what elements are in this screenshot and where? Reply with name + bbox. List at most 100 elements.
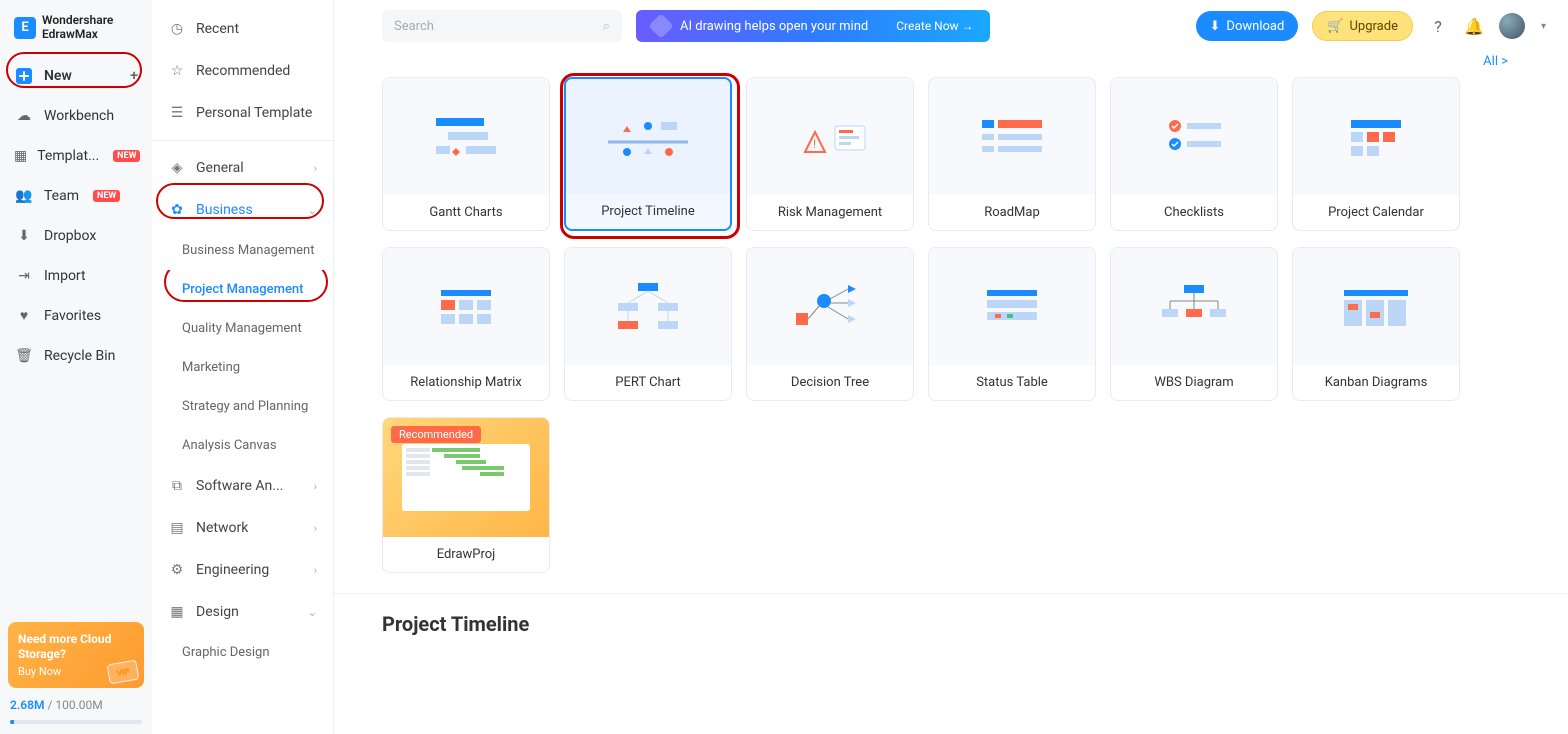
card-edrawproj-label: EdrawProj <box>431 537 502 572</box>
bell-icon[interactable]: 🔔 <box>1463 15 1485 37</box>
storage-bar <box>10 720 142 724</box>
decision-thumb <box>747 248 913 365</box>
card-checklists[interactable]: Checklists <box>1110 77 1278 231</box>
card-gantt-label: Gantt Charts <box>423 195 508 230</box>
nav-dropbox-label: Dropbox <box>44 228 96 244</box>
card-status-table[interactable]: Status Table <box>928 247 1096 401</box>
panel-network[interactable]: ▤ Network › <box>152 507 333 549</box>
heart-icon: ♥ <box>14 306 34 326</box>
panel-recommended[interactable]: ☆ Recommended <box>152 50 333 92</box>
chevron-right-icon: › <box>314 522 317 535</box>
card-project-calendar[interactable]: Project Calendar <box>1292 77 1460 231</box>
sub-analysis-canvas[interactable]: Analysis Canvas <box>152 426 333 465</box>
panel-general[interactable]: ◈ General › <box>152 147 333 189</box>
upgrade-button[interactable]: 🛒 Upgrade <box>1312 11 1413 41</box>
network-icon: ▤ <box>168 519 186 537</box>
badge-new: NEW <box>113 150 140 162</box>
sub-project-management[interactable]: Project Management <box>152 270 333 309</box>
card-roadmap-label: RoadMap <box>978 195 1046 230</box>
panel-software-label: Software An... <box>196 478 283 494</box>
search-icon: ⌕ <box>603 19 610 34</box>
ai-banner[interactable]: AI drawing helps open your mind Create N… <box>636 10 990 42</box>
card-risk-management[interactable]: ! Risk Management <box>746 77 914 231</box>
section-title-timeline: Project Timeline <box>334 593 1568 646</box>
ai-sparkle-icon <box>648 13 673 38</box>
panel-business[interactable]: ✿ Business ⌄ <box>152 189 333 231</box>
gear-icon: ✿ <box>168 201 186 219</box>
pert-thumb <box>565 248 731 365</box>
svg-text:!: ! <box>813 137 816 151</box>
category-panel: ◷ Recent ☆ Recommended ☰ Personal Templa… <box>152 0 334 734</box>
templates-icon: ▦ <box>14 146 27 166</box>
chevron-right-icon: › <box>314 162 317 175</box>
calendar-thumb <box>1293 78 1459 195</box>
panel-personal-label: Personal Template <box>196 105 312 121</box>
card-timeline-label: Project Timeline <box>595 194 701 229</box>
engineering-icon: ⚙ <box>168 561 186 579</box>
card-kanban-diagrams[interactable]: Kanban Diagrams <box>1292 247 1460 401</box>
template-grid: Gantt Charts Project Timeline ! Risk Man… <box>334 71 1568 583</box>
chevron-right-icon: › <box>314 564 317 577</box>
nav-favorites[interactable]: ♥ Favorites <box>0 296 152 336</box>
edrawproj-thumb: Recommended <box>383 418 549 537</box>
plus-icon: + <box>130 68 138 84</box>
download-label: Download <box>1226 19 1284 34</box>
dropbox-icon: ⬇ <box>14 226 34 246</box>
sub-strategy-planning[interactable]: Strategy and Planning <box>152 387 333 426</box>
wbs-thumb <box>1111 248 1277 365</box>
topbar: Search ⌕ AI drawing helps open your mind… <box>334 0 1568 50</box>
panel-engineering[interactable]: ⚙ Engineering › <box>152 549 333 591</box>
trash-icon: 🗑 <box>14 346 34 366</box>
avatar[interactable] <box>1499 13 1525 39</box>
card-decision-tree[interactable]: Decision Tree <box>746 247 914 401</box>
avatar-caret-icon[interactable]: ▾ <box>1541 21 1546 32</box>
panel-design[interactable]: ▦ Design ⌄ <box>152 591 333 633</box>
sub-graphic-design[interactable]: Graphic Design <box>152 633 333 672</box>
download-button[interactable]: ⬇ Download <box>1196 11 1299 41</box>
card-wbs-diagram[interactable]: WBS Diagram <box>1110 247 1278 401</box>
card-project-timeline[interactable]: Project Timeline <box>564 77 732 231</box>
nav-new[interactable]: New + <box>0 56 152 96</box>
card-pert-chart[interactable]: PERT Chart <box>564 247 732 401</box>
nav-templates-label: Templat... <box>37 148 99 164</box>
search-input[interactable]: Search ⌕ <box>382 10 622 42</box>
card-status-label: Status Table <box>970 365 1054 400</box>
sub-marketing[interactable]: Marketing <box>152 348 333 387</box>
nav-team[interactable]: 👥 Team NEW <box>0 176 152 216</box>
nav-templates[interactable]: ▦ Templat... NEW <box>0 136 152 176</box>
design-icon: ▦ <box>168 603 186 621</box>
cloud-icon: ☁ <box>14 106 34 126</box>
nav-dropbox[interactable]: ⬇ Dropbox <box>0 216 152 256</box>
chevron-down-icon: ⌄ <box>308 606 317 619</box>
card-relationship-matrix[interactable]: Relationship Matrix <box>382 247 550 401</box>
tag-icon: ◈ <box>168 159 186 177</box>
logo-icon: E <box>14 17 36 39</box>
card-checklists-label: Checklists <box>1158 195 1230 230</box>
card-kanban-label: Kanban Diagrams <box>1319 365 1434 400</box>
panel-engineering-label: Engineering <box>196 562 269 578</box>
person-icon: ☰ <box>168 104 186 122</box>
nav-new-label: New <box>44 68 72 84</box>
software-icon: ⧉ <box>168 477 186 495</box>
sub-business-management[interactable]: Business Management <box>152 231 333 270</box>
app-name: Wondershare EdrawMax <box>42 14 113 42</box>
nav-workbench[interactable]: ☁ Workbench <box>0 96 152 136</box>
card-edrawproj[interactable]: Recommended EdrawProj <box>382 417 550 573</box>
nav-import[interactable]: ⇥ Import <box>0 256 152 296</box>
card-matrix-label: Relationship Matrix <box>404 365 527 400</box>
card-decision-label: Decision Tree <box>785 365 875 400</box>
panel-personal[interactable]: ☰ Personal Template <box>152 92 333 134</box>
storage-promo[interactable]: Need more Cloud Storage? Buy Now VIP <box>8 622 144 688</box>
sub-quality-management[interactable]: Quality Management <box>152 309 333 348</box>
card-roadmap[interactable]: RoadMap <box>928 77 1096 231</box>
chevron-down-icon: ⌄ <box>308 204 317 217</box>
ai-banner-text: AI drawing helps open your mind <box>680 19 868 34</box>
all-link[interactable]: All > <box>334 50 1568 71</box>
nav-recycle[interactable]: 🗑 Recycle Bin <box>0 336 152 376</box>
nav-import-label: Import <box>44 268 86 284</box>
storage-total: / 100.00M <box>44 698 102 712</box>
panel-software[interactable]: ⧉ Software An... › <box>152 465 333 507</box>
help-icon[interactable]: ? <box>1427 15 1449 37</box>
panel-recent[interactable]: ◷ Recent <box>152 8 333 50</box>
card-gantt-charts[interactable]: Gantt Charts <box>382 77 550 231</box>
